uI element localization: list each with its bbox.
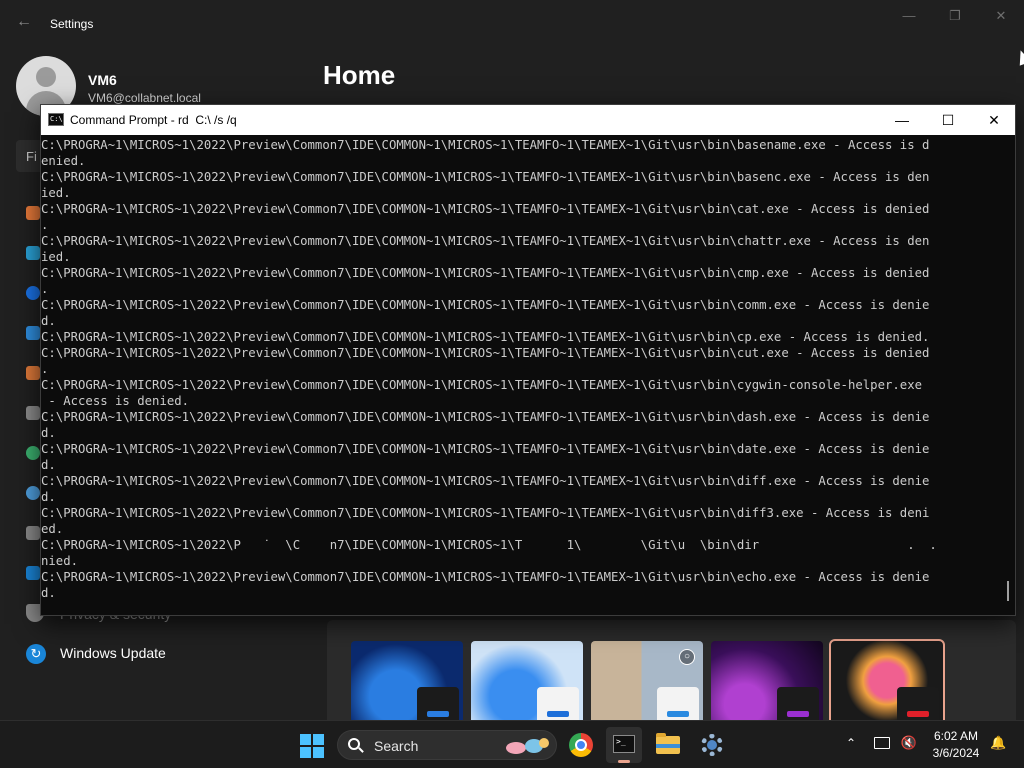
theme-thumbnail[interactable] (471, 641, 583, 720)
start-button[interactable] (300, 734, 324, 758)
cmd-output-line: C:\PROGRA~1\MICROS~1\2022\Preview\Common… (41, 506, 930, 520)
accounts-nav-icon[interactable] (26, 446, 40, 460)
taskbar-search-box[interactable]: Search (337, 730, 557, 760)
cmd-output-line: C:\PROGRA~1\MICROS~1\2022\Preview\Common… (41, 266, 930, 280)
accessibility-nav-icon[interactable] (26, 566, 40, 580)
taskbar: Search >_ ⌃ 🔇 6:02 AM 3/6/2024 🔔 (0, 720, 1024, 768)
settings-window-title: Settings (50, 17, 94, 31)
system-nav-icon[interactable] (26, 246, 40, 260)
cmd-scrollbar[interactable] (1007, 581, 1009, 601)
chrome-taskbar-button[interactable] (563, 727, 599, 763)
cmd-output-line: C:\PROGRA~1\MICROS~1\2022\P ˙ \C n7\IDE\… (41, 538, 937, 552)
cmd-output-line: . (41, 282, 49, 296)
gear-icon (701, 734, 723, 756)
active-indicator (618, 760, 630, 763)
desktop: ← Settings — ❐ ✕ VM6 VM6@collabnet.local… (0, 0, 1024, 768)
cmd-output-line: nied. (41, 554, 79, 568)
terminal-icon: C:\ (48, 113, 64, 126)
windows-logo-icon (313, 734, 324, 745)
theme-thumbnail[interactable] (711, 641, 823, 720)
windows-logo-icon (300, 747, 311, 758)
cmd-titlebar[interactable]: C:\ Command Prompt - rd C:\ /s /q — ☐ ✕ (41, 105, 1015, 135)
cmd-output-line: C:\PROGRA~1\MICROS~1\2022\Preview\Common… (41, 170, 930, 184)
command-prompt-window[interactable]: C:\ Command Prompt - rd C:\ /s /q — ☐ ✕ … (40, 104, 1016, 616)
windows-logo-icon (300, 734, 311, 745)
cmd-output-line: C:\PROGRA~1\MICROS~1\2022\Preview\Common… (41, 202, 930, 216)
cmd-output-line: C:\PROGRA~1\MICROS~1\2022\Preview\Common… (41, 346, 930, 360)
cmd-output-line: d. (41, 458, 56, 472)
settings-titlebar: ← Settings — ❐ ✕ (0, 0, 1024, 48)
clock-date[interactable]: 3/6/2024 (926, 746, 986, 760)
page-title: Home (323, 60, 396, 90)
chevron-up-icon[interactable]: ⌃ (843, 735, 859, 751)
cmd-minimize-button[interactable]: — (879, 105, 925, 135)
search-highlight-icon (506, 738, 549, 754)
cmd-output-line: C:\PROGRA~1\MICROS~1\2022\Preview\Common… (41, 298, 930, 312)
terminal-taskbar-button[interactable]: >_ (606, 727, 642, 763)
cmd-output-line: d. (41, 586, 56, 600)
sidebar-item-windows-update-label: Windows Update (60, 645, 166, 661)
settings-minimize-button[interactable]: — (886, 4, 932, 28)
apps-nav-icon[interactable] (26, 406, 40, 420)
theme-thumbnail-selected[interactable] (829, 639, 945, 722)
personalization-nav-icon[interactable] (26, 366, 40, 380)
network-icon[interactable] (874, 737, 890, 749)
slideshow-icon: ○ (679, 649, 695, 665)
theme-taskbar-preview (897, 687, 939, 720)
theme-thumbnail[interactable]: ○ (591, 641, 703, 720)
cmd-output-line: C:\PROGRA~1\MICROS~1\2022\Preview\Common… (41, 234, 930, 248)
chrome-icon (569, 733, 593, 757)
settings-close-button[interactable]: ✕ (978, 4, 1024, 28)
back-arrow-icon[interactable]: ← (14, 12, 34, 32)
network-nav-icon[interactable] (26, 326, 40, 340)
cmd-output-line: enied. (41, 154, 86, 168)
theme-taskbar-preview (657, 687, 699, 720)
time-language-nav-icon[interactable] (26, 486, 40, 500)
cmd-output[interactable]: C:\PROGRA~1\MICROS~1\2022\Preview\Common… (41, 135, 1001, 615)
cmd-output-line: d. (41, 314, 56, 328)
cmd-output-line: - Access is denied. (41, 394, 190, 408)
cmd-output-line: C:\PROGRA~1\MICROS~1\2022\Preview\Common… (41, 330, 930, 344)
bluetooth-nav-icon[interactable] (26, 286, 40, 300)
cmd-maximize-button[interactable]: ☐ (925, 105, 971, 135)
cmd-output-line: d. (41, 490, 56, 504)
user-name: VM6 (88, 72, 117, 88)
file-explorer-taskbar-button[interactable] (650, 727, 686, 763)
gaming-nav-icon[interactable] (26, 526, 40, 540)
themes-panel: ○ (327, 620, 1016, 722)
cmd-output-line: d. (41, 426, 56, 440)
volume-muted-icon[interactable]: 🔇 (900, 735, 918, 751)
cmd-close-button[interactable]: ✕ (971, 105, 1017, 135)
cmd-output-line: . (41, 218, 49, 232)
home-nav-icon[interactable] (26, 206, 40, 220)
theme-thumbnail[interactable] (351, 641, 463, 720)
windows-logo-icon (313, 747, 324, 758)
settings-taskbar-button[interactable] (694, 727, 730, 763)
search-icon (348, 738, 360, 750)
cmd-window-title: Command Prompt - rd C:\ /s /q (70, 113, 237, 127)
cmd-output-line: ied. (41, 186, 71, 200)
avatar-head (36, 67, 56, 87)
cmd-output-line: C:\PROGRA~1\MICROS~1\2022\Preview\Common… (41, 410, 930, 424)
cmd-output-line: ed. (41, 522, 64, 536)
cmd-output-line: . (41, 362, 49, 376)
terminal-icon: >_ (613, 735, 635, 753)
theme-taskbar-preview (777, 687, 819, 720)
clock-time[interactable]: 6:02 AM (926, 729, 986, 743)
cmd-output-line: C:\PROGRA~1\MICROS~1\2022\Preview\Common… (41, 474, 930, 488)
cmd-output-line: C:\PROGRA~1\MICROS~1\2022\Preview\Common… (41, 570, 930, 584)
refresh-icon: ↻ (26, 644, 46, 664)
theme-taskbar-preview (417, 687, 459, 720)
cmd-output-line: C:\PROGRA~1\MICROS~1\2022\Preview\Common… (41, 442, 930, 456)
notification-bell-icon[interactable]: 🔔 (990, 735, 1006, 751)
folder-icon (656, 733, 680, 754)
user-email: VM6@collabnet.local (88, 91, 201, 105)
taskbar-search-label: Search (374, 738, 419, 754)
cmd-output-line: ied. (41, 250, 71, 264)
cmd-output-line: C:\PROGRA~1\MICROS~1\2022\Preview\Common… (41, 138, 930, 152)
cmd-output-line: C:\PROGRA~1\MICROS~1\2022\Preview\Common… (41, 378, 922, 392)
settings-restore-button[interactable]: ❐ (932, 4, 978, 28)
theme-taskbar-preview (537, 687, 579, 720)
